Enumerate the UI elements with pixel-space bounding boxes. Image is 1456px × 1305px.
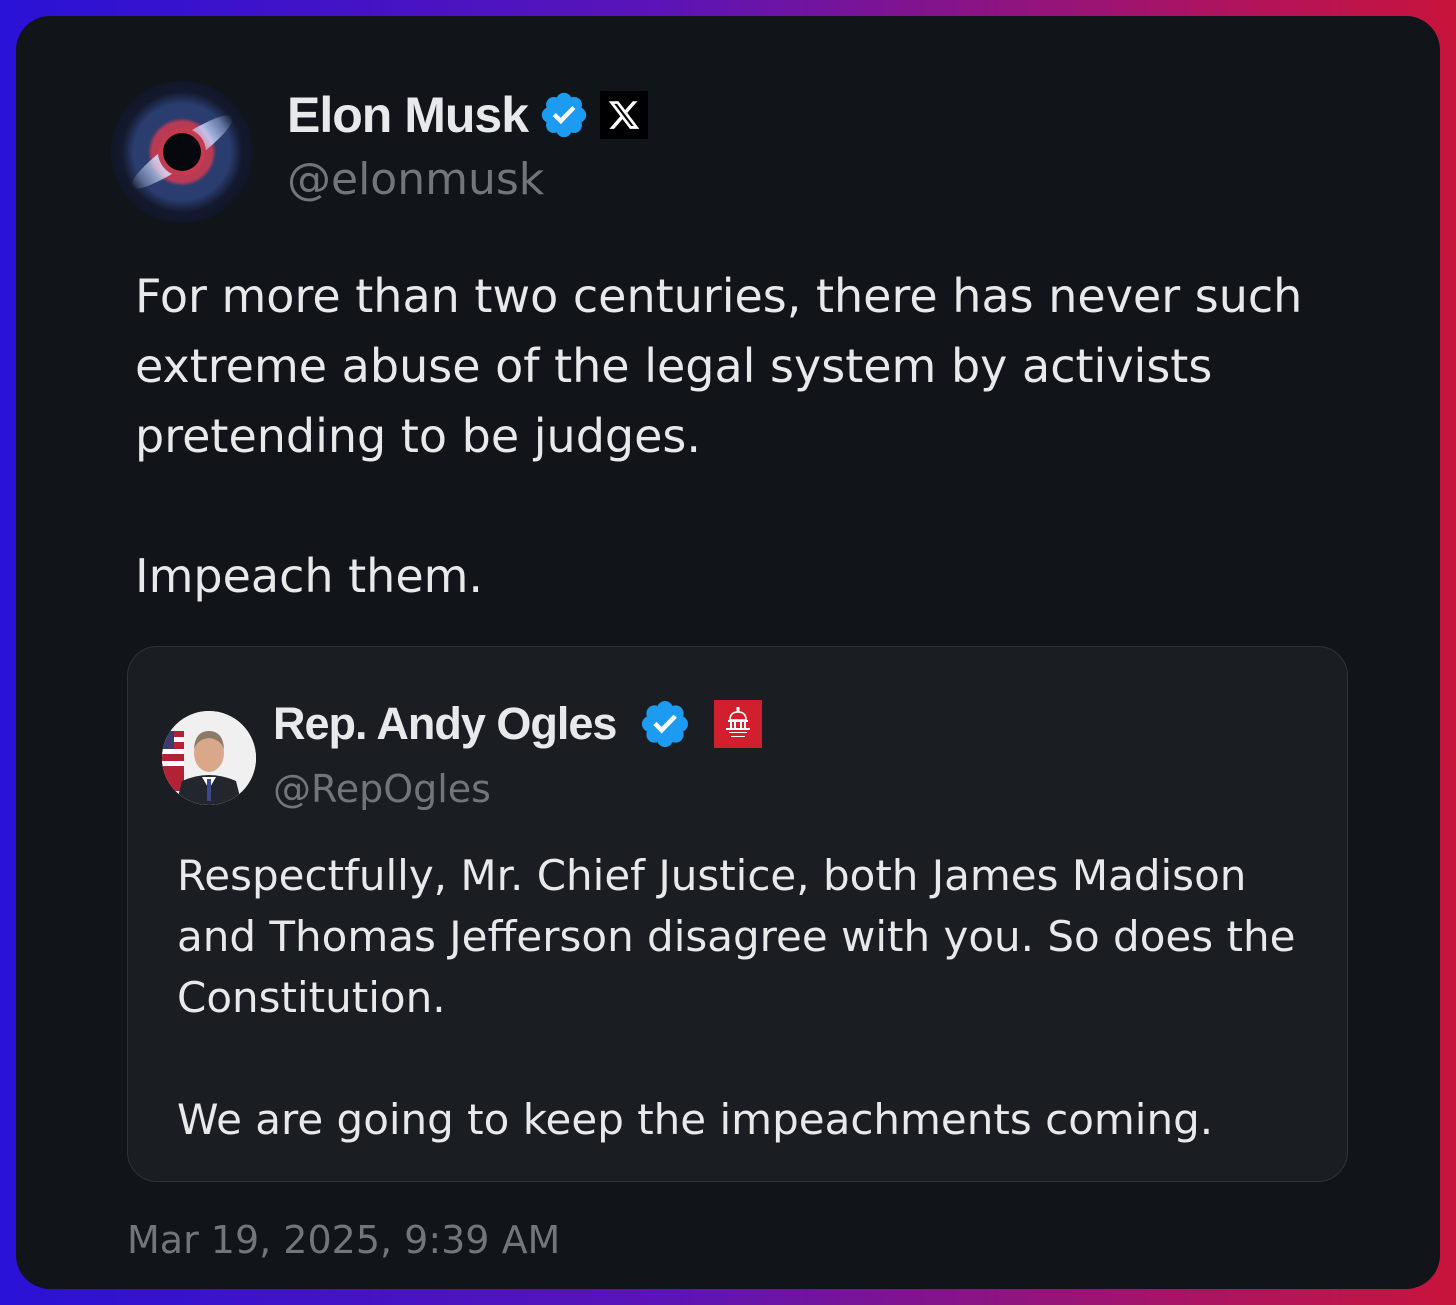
x-logo-icon (600, 91, 649, 139)
verified-icon (541, 92, 587, 138)
quoted-tweet-text: Respectfully, Mr. Chief Justice, both Ja… (177, 845, 1317, 1150)
tweet-text: For more than two centuries, there has n… (135, 261, 1335, 611)
quoted-author-avatar[interactable] (162, 711, 256, 805)
quoted-author-name[interactable]: Rep. Andy Ogles (273, 698, 617, 750)
tweet-paragraph: Impeach them. (135, 549, 484, 603)
verified-icon (642, 700, 689, 748)
author-name[interactable]: Elon Musk (287, 86, 529, 144)
author-avatar[interactable] (111, 81, 253, 223)
tweet-card: Elon Musk @elonmusk For more than two ce… (16, 16, 1440, 1289)
house-gop-logo-icon (714, 700, 763, 748)
quoted-tweet-paragraph: Respectfully, Mr. Chief Justice, both Ja… (177, 851, 1296, 1022)
quoted-tweet[interactable]: Rep. Andy Ogles @RepOgles Respectfully, … (127, 646, 1348, 1182)
quoted-tweet-paragraph: We are going to keep the impeachments co… (177, 1095, 1214, 1144)
tweet-timestamp[interactable]: Mar 19, 2025, 9:39 AM (127, 1218, 560, 1262)
tweet-paragraph: For more than two centuries, there has n… (135, 269, 1303, 463)
author-name-row: Elon Musk (287, 86, 649, 144)
quoted-author-name-row: Rep. Andy Ogles (273, 697, 763, 751)
author-handle[interactable]: @elonmusk (287, 154, 544, 205)
quoted-author-handle[interactable]: @RepOgles (273, 767, 491, 811)
